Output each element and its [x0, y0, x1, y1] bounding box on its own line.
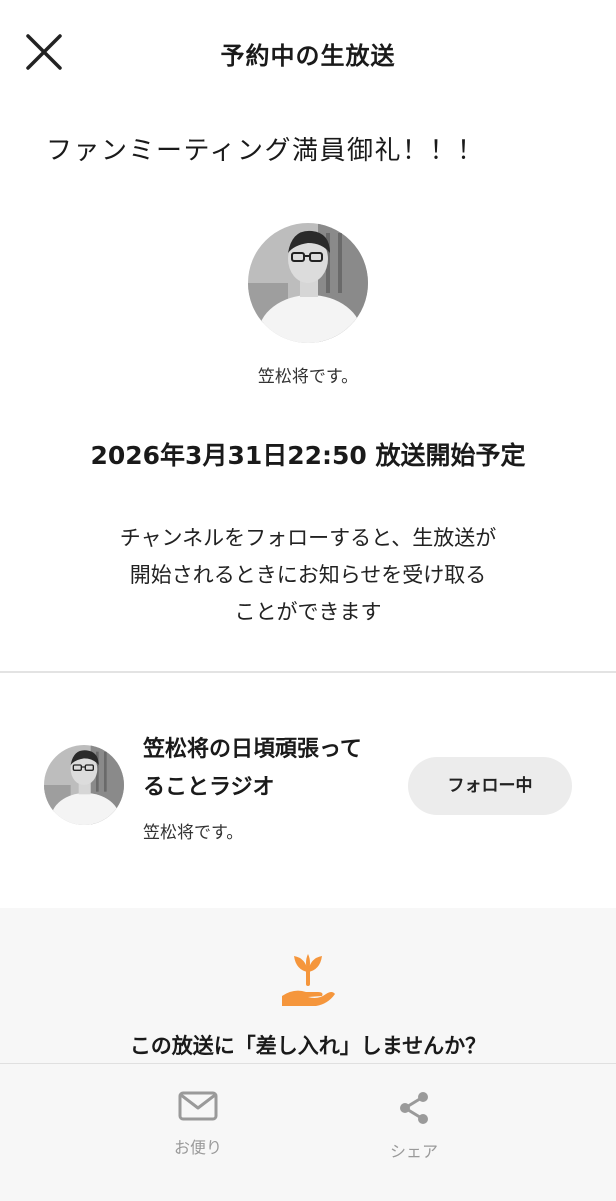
follow-button[interactable]: フォロー中 — [408, 757, 572, 815]
gift-section[interactable]: この放送に「差し入れ」しませんか？ — [0, 908, 616, 1064]
follow-notice: チャンネルをフォローすると、生放送が 開始されるときにお知らせを受け取る ことが… — [0, 520, 616, 631]
channel-name[interactable]: 笠松将の日頃頑張って ることラジオ — [143, 731, 403, 807]
share-icon — [400, 1092, 428, 1124]
gift-prompt: この放送に「差し入れ」しませんか？ — [129, 1034, 487, 1058]
page-title: 予約中の生放送 — [220, 42, 396, 70]
notice-line: ことができます — [234, 600, 382, 624]
channel-name-line: ることラジオ — [143, 775, 275, 800]
header: 予約中の生放送 — [0, 0, 616, 104]
host-name: 笠松将です。 — [257, 367, 359, 387]
channel-name-line: 笠松将の日頃頑張って — [143, 737, 362, 762]
schedule-text: 2026年3月31日22:50 放送開始予定 — [90, 441, 526, 470]
mail-tab-label: お便り — [173, 1138, 222, 1157]
share-tab-label: シェア — [389, 1142, 438, 1161]
share-tab[interactable]: シェア — [344, 1090, 484, 1162]
notice-line: チャンネルをフォローすると、生放送が — [119, 526, 497, 550]
mail-tab[interactable]: お便り — [128, 1090, 268, 1158]
channel-owner: 笠松将です。 — [143, 823, 244, 843]
mail-icon — [178, 1091, 218, 1121]
sprout-hand-icon — [282, 954, 335, 1006]
channel-avatar[interactable] — [44, 745, 124, 825]
bottom-bar: お便り シェア — [0, 1063, 616, 1201]
divider — [0, 671, 616, 673]
host-avatar[interactable] — [248, 223, 368, 343]
notice-line: 開始されるときにお知らせを受け取る — [129, 563, 487, 587]
broadcast-title: ファンミーティング満員御礼！！！ — [46, 136, 485, 166]
